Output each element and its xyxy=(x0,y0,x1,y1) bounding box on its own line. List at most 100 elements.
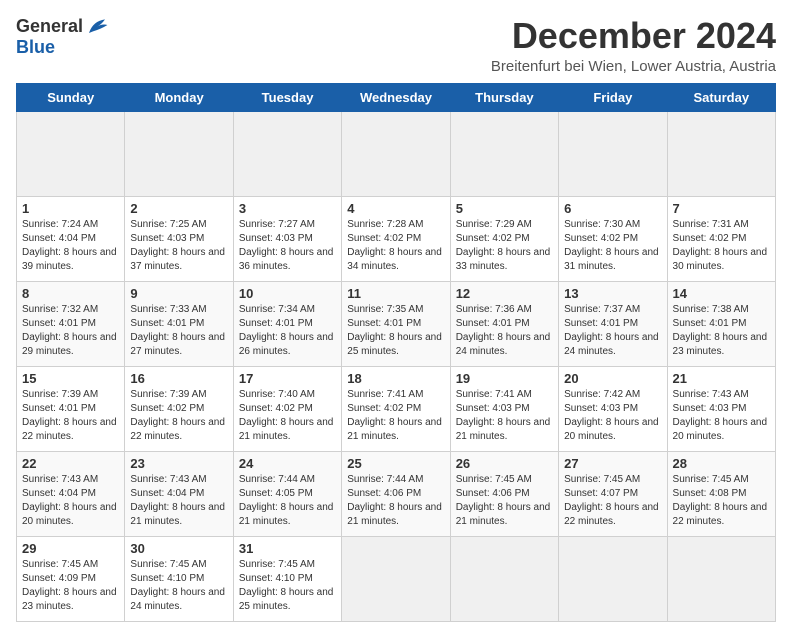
sunrise-label: Sunrise: 7:32 AM xyxy=(22,304,98,315)
day-number: 2 xyxy=(130,201,227,216)
sunset-label: Sunset: 4:06 PM xyxy=(347,488,421,499)
day-number: 30 xyxy=(130,541,227,556)
col-saturday: Saturday xyxy=(667,83,775,111)
calendar-cell: 20 Sunrise: 7:42 AM Sunset: 4:03 PM Dayl… xyxy=(559,366,667,451)
day-number: 27 xyxy=(564,456,661,471)
day-info: Sunrise: 7:45 AM Sunset: 4:06 PM Dayligh… xyxy=(456,473,553,529)
sunrise-label: Sunrise: 7:45 AM xyxy=(456,474,532,485)
day-number: 3 xyxy=(239,201,336,216)
sunset-label: Sunset: 4:07 PM xyxy=(564,488,638,499)
col-tuesday: Tuesday xyxy=(233,83,341,111)
sunrise-label: Sunrise: 7:44 AM xyxy=(239,474,315,485)
sunrise-label: Sunrise: 7:34 AM xyxy=(239,304,315,315)
day-number: 19 xyxy=(456,371,553,386)
sunrise-label: Sunrise: 7:45 AM xyxy=(239,559,315,570)
sunset-label: Sunset: 4:02 PM xyxy=(673,233,747,244)
sunset-label: Sunset: 4:01 PM xyxy=(673,318,747,329)
day-info: Sunrise: 7:45 AM Sunset: 4:07 PM Dayligh… xyxy=(564,473,661,529)
col-friday: Friday xyxy=(559,83,667,111)
sunrise-label: Sunrise: 7:38 AM xyxy=(673,304,749,315)
daylight-label: Daylight: 8 hours and 22 minutes. xyxy=(564,502,659,527)
sunset-label: Sunset: 4:02 PM xyxy=(130,403,204,414)
daylight-label: Daylight: 8 hours and 27 minutes. xyxy=(130,332,225,357)
daylight-label: Daylight: 8 hours and 25 minutes. xyxy=(239,587,334,612)
sunrise-label: Sunrise: 7:28 AM xyxy=(347,219,423,230)
day-number: 23 xyxy=(130,456,227,471)
calendar-cell: 29 Sunrise: 7:45 AM Sunset: 4:09 PM Dayl… xyxy=(17,536,125,621)
sunset-label: Sunset: 4:01 PM xyxy=(347,318,421,329)
day-info: Sunrise: 7:41 AM Sunset: 4:02 PM Dayligh… xyxy=(347,388,444,444)
sunrise-label: Sunrise: 7:29 AM xyxy=(456,219,532,230)
day-info: Sunrise: 7:45 AM Sunset: 4:09 PM Dayligh… xyxy=(22,558,119,614)
day-number: 16 xyxy=(130,371,227,386)
daylight-label: Daylight: 8 hours and 24 minutes. xyxy=(456,332,551,357)
daylight-label: Daylight: 8 hours and 23 minutes. xyxy=(22,587,117,612)
day-info: Sunrise: 7:31 AM Sunset: 4:02 PM Dayligh… xyxy=(673,218,770,274)
daylight-label: Daylight: 8 hours and 21 minutes. xyxy=(456,502,551,527)
calendar-cell: 7 Sunrise: 7:31 AM Sunset: 4:02 PM Dayli… xyxy=(667,196,775,281)
calendar-cell xyxy=(17,111,125,196)
location-subtitle: Breitenfurt bei Wien, Lower Austria, Aus… xyxy=(491,58,776,75)
calendar-cell: 15 Sunrise: 7:39 AM Sunset: 4:01 PM Dayl… xyxy=(17,366,125,451)
sunrise-label: Sunrise: 7:24 AM xyxy=(22,219,98,230)
calendar-cell: 17 Sunrise: 7:40 AM Sunset: 4:02 PM Dayl… xyxy=(233,366,341,451)
day-number: 9 xyxy=(130,286,227,301)
daylight-label: Daylight: 8 hours and 33 minutes. xyxy=(456,247,551,272)
day-number: 25 xyxy=(347,456,444,471)
day-number: 18 xyxy=(347,371,444,386)
daylight-label: Daylight: 8 hours and 20 minutes. xyxy=(22,502,117,527)
daylight-label: Daylight: 8 hours and 36 minutes. xyxy=(239,247,334,272)
calendar-cell: 30 Sunrise: 7:45 AM Sunset: 4:10 PM Dayl… xyxy=(125,536,233,621)
day-info: Sunrise: 7:44 AM Sunset: 4:06 PM Dayligh… xyxy=(347,473,444,529)
calendar-cell xyxy=(450,111,558,196)
sunrise-label: Sunrise: 7:40 AM xyxy=(239,389,315,400)
calendar-week-5: 29 Sunrise: 7:45 AM Sunset: 4:09 PM Dayl… xyxy=(17,536,776,621)
sunset-label: Sunset: 4:04 PM xyxy=(130,488,204,499)
sunset-label: Sunset: 4:04 PM xyxy=(22,488,96,499)
day-info: Sunrise: 7:43 AM Sunset: 4:03 PM Dayligh… xyxy=(673,388,770,444)
daylight-label: Daylight: 8 hours and 29 minutes. xyxy=(22,332,117,357)
sunset-label: Sunset: 4:10 PM xyxy=(130,573,204,584)
sunrise-label: Sunrise: 7:44 AM xyxy=(347,474,423,485)
day-number: 8 xyxy=(22,286,119,301)
sunrise-label: Sunrise: 7:41 AM xyxy=(456,389,532,400)
day-info: Sunrise: 7:35 AM Sunset: 4:01 PM Dayligh… xyxy=(347,303,444,359)
daylight-label: Daylight: 8 hours and 22 minutes. xyxy=(673,502,768,527)
sunset-label: Sunset: 4:05 PM xyxy=(239,488,313,499)
sunset-label: Sunset: 4:01 PM xyxy=(22,318,96,329)
day-info: Sunrise: 7:24 AM Sunset: 4:04 PM Dayligh… xyxy=(22,218,119,274)
sunset-label: Sunset: 4:02 PM xyxy=(347,403,421,414)
logo-general-text: General xyxy=(16,16,83,37)
col-sunday: Sunday xyxy=(17,83,125,111)
calendar-cell: 11 Sunrise: 7:35 AM Sunset: 4:01 PM Dayl… xyxy=(342,281,450,366)
sunrise-label: Sunrise: 7:41 AM xyxy=(347,389,423,400)
day-number: 13 xyxy=(564,286,661,301)
day-info: Sunrise: 7:30 AM Sunset: 4:02 PM Dayligh… xyxy=(564,218,661,274)
sunrise-label: Sunrise: 7:27 AM xyxy=(239,219,315,230)
day-info: Sunrise: 7:42 AM Sunset: 4:03 PM Dayligh… xyxy=(564,388,661,444)
logo: General Blue xyxy=(16,16,109,58)
day-number: 7 xyxy=(673,201,770,216)
day-info: Sunrise: 7:44 AM Sunset: 4:05 PM Dayligh… xyxy=(239,473,336,529)
day-number: 10 xyxy=(239,286,336,301)
sunrise-label: Sunrise: 7:36 AM xyxy=(456,304,532,315)
daylight-label: Daylight: 8 hours and 26 minutes. xyxy=(239,332,334,357)
day-info: Sunrise: 7:41 AM Sunset: 4:03 PM Dayligh… xyxy=(456,388,553,444)
sunrise-label: Sunrise: 7:35 AM xyxy=(347,304,423,315)
sunrise-label: Sunrise: 7:37 AM xyxy=(564,304,640,315)
calendar-cell: 26 Sunrise: 7:45 AM Sunset: 4:06 PM Dayl… xyxy=(450,451,558,536)
calendar-cell xyxy=(342,536,450,621)
daylight-label: Daylight: 8 hours and 31 minutes. xyxy=(564,247,659,272)
sunrise-label: Sunrise: 7:30 AM xyxy=(564,219,640,230)
day-info: Sunrise: 7:36 AM Sunset: 4:01 PM Dayligh… xyxy=(456,303,553,359)
sunset-label: Sunset: 4:03 PM xyxy=(564,403,638,414)
calendar-week-4: 22 Sunrise: 7:43 AM Sunset: 4:04 PM Dayl… xyxy=(17,451,776,536)
calendar-cell: 31 Sunrise: 7:45 AM Sunset: 4:10 PM Dayl… xyxy=(233,536,341,621)
day-info: Sunrise: 7:45 AM Sunset: 4:10 PM Dayligh… xyxy=(130,558,227,614)
calendar-cell: 10 Sunrise: 7:34 AM Sunset: 4:01 PM Dayl… xyxy=(233,281,341,366)
calendar-cell: 13 Sunrise: 7:37 AM Sunset: 4:01 PM Dayl… xyxy=(559,281,667,366)
daylight-label: Daylight: 8 hours and 37 minutes. xyxy=(130,247,225,272)
day-number: 1 xyxy=(22,201,119,216)
calendar-week-1: 1 Sunrise: 7:24 AM Sunset: 4:04 PM Dayli… xyxy=(17,196,776,281)
logo-bird-icon xyxy=(85,17,109,37)
